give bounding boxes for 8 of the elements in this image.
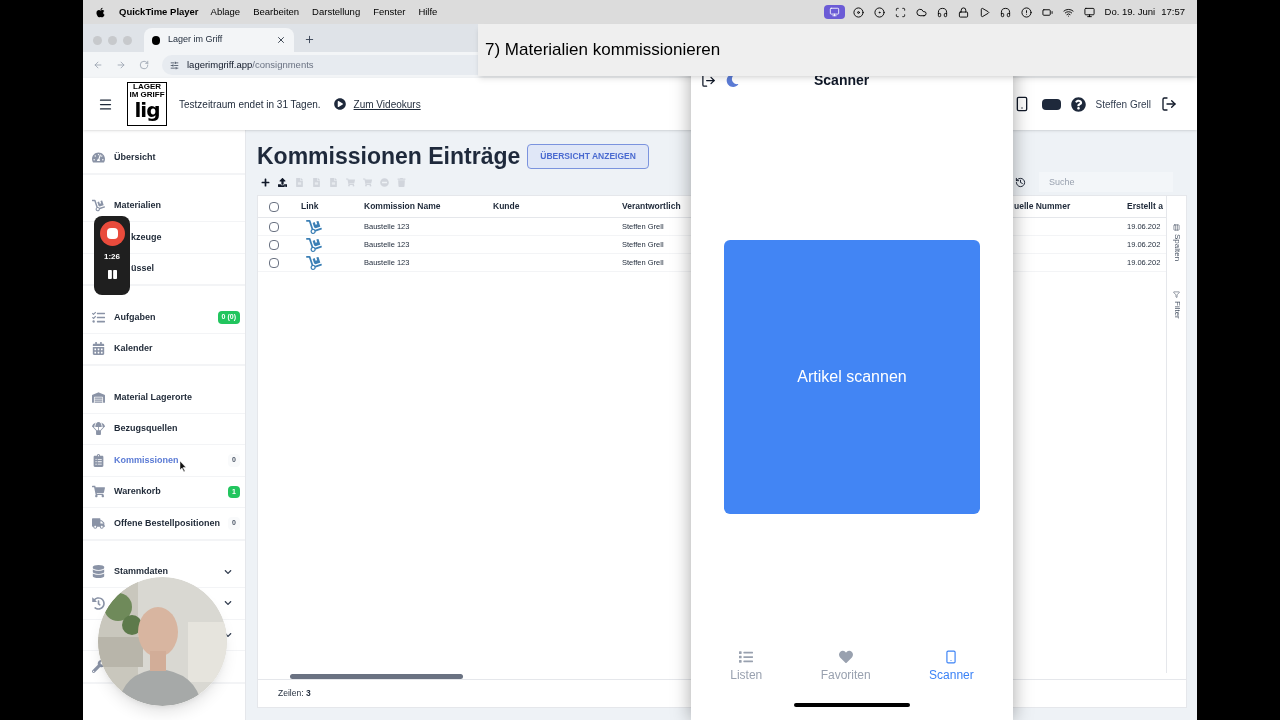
row-count: Zeilen: 3: [278, 687, 311, 700]
screen-title: Scanner: [814, 70, 870, 90]
tab-title: Lager im Griff: [168, 33, 223, 47]
page-title: Kommissionen Einträge: [257, 141, 521, 171]
menu-time: 17:57: [1161, 4, 1185, 19]
recording-time: 1:26: [104, 251, 120, 263]
menu-date: Do. 19. Juni: [1104, 4, 1156, 19]
trial-notice: Testzeitraum endet in 31 Tagen.: [179, 97, 321, 112]
